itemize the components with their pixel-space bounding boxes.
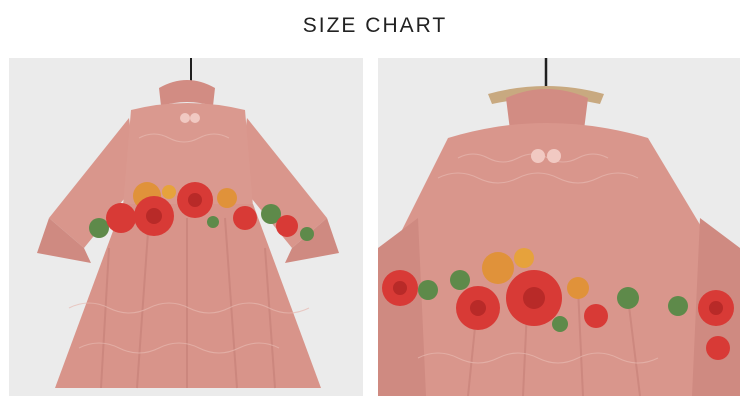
dress-closeup-photo [378,58,740,396]
page-title: SIZE CHART [302,14,448,37]
dress-front-photo [9,58,363,396]
